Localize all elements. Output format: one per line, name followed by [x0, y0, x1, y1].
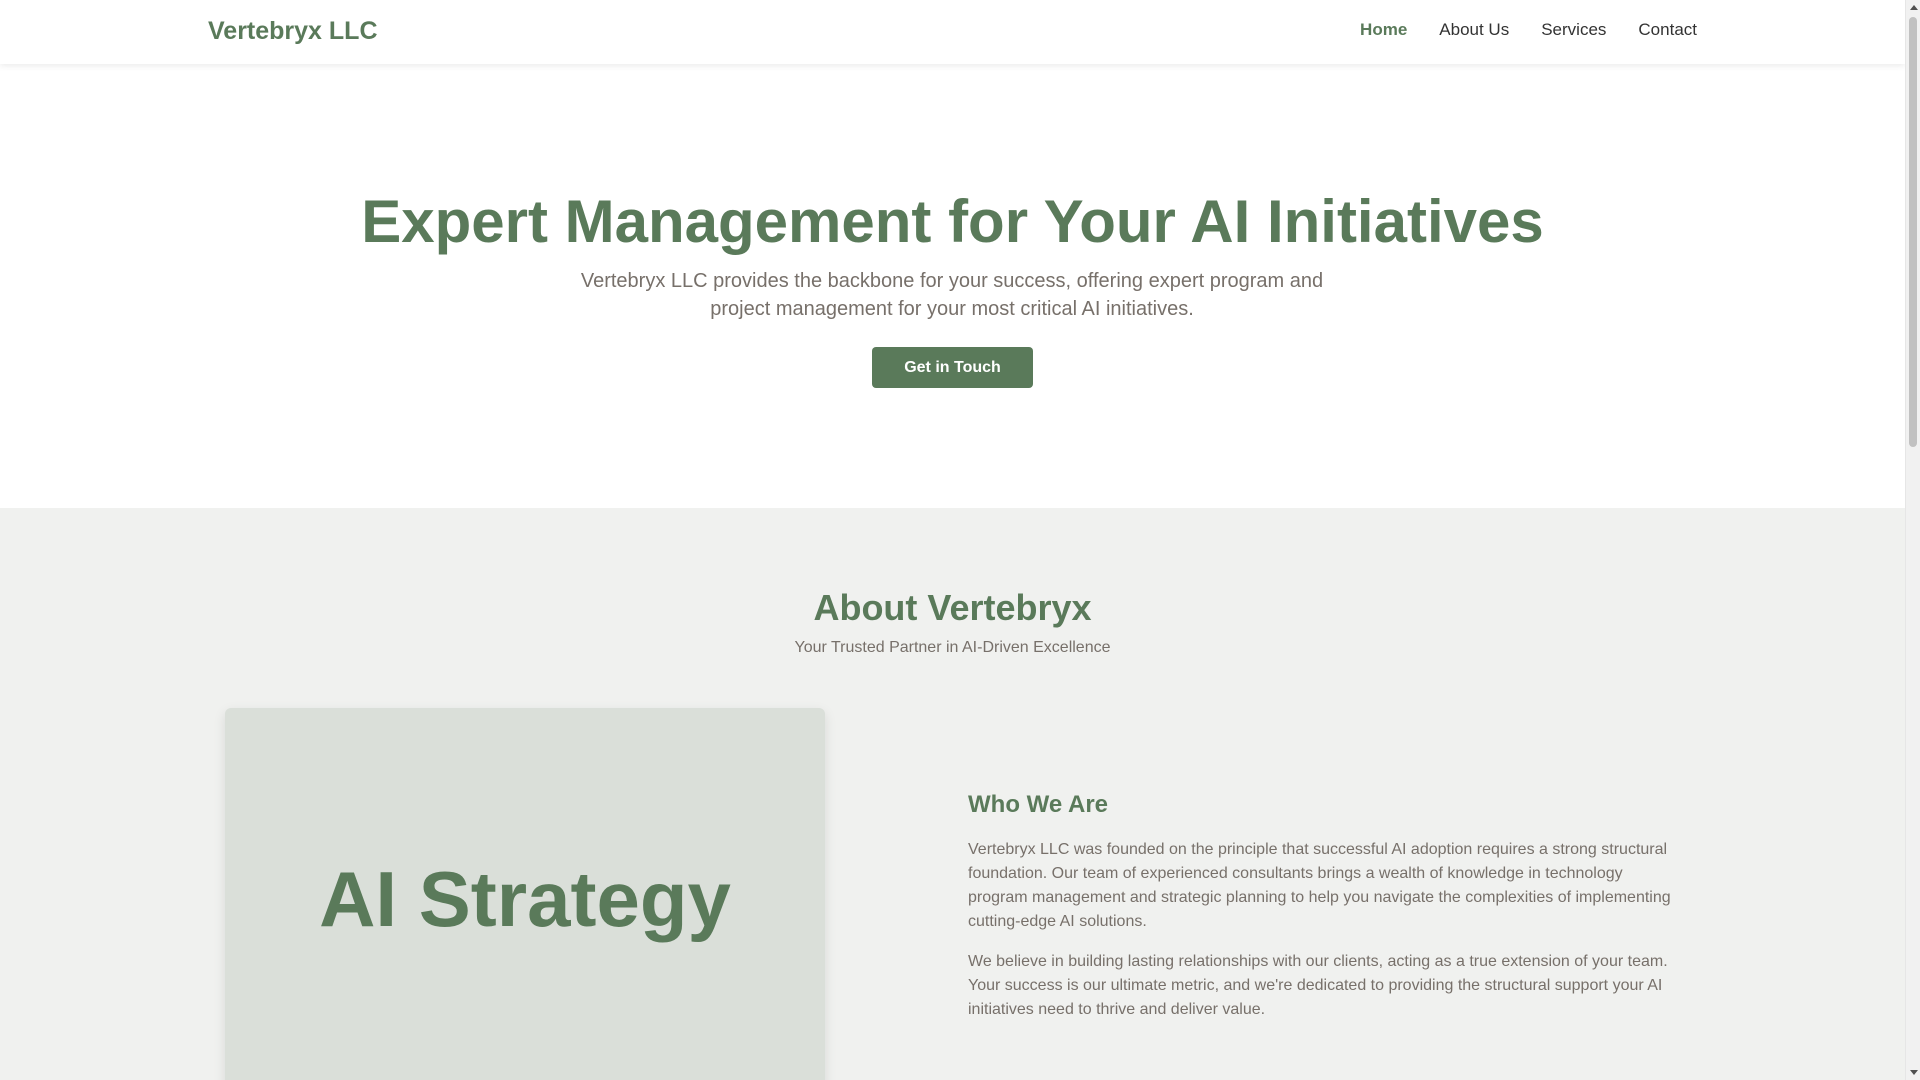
about-subtitle: Your Trusted Partner in AI-Driven Excell… [794, 639, 1111, 656]
hero-title: Expert Management for Your AI Initiative… [361, 188, 1544, 255]
main-nav: Home About Us Services Contact [1360, 20, 1697, 40]
get-in-touch-button[interactable]: Get in Touch [872, 347, 1033, 388]
site-header: Vertebryx LLC Home About Us Services Con… [0, 0, 1905, 64]
scroll-up-arrow-icon[interactable] [1906, 0, 1920, 15]
hero-description: Vertebryx LLC provides the backbone for … [580, 270, 1324, 320]
page: Vertebryx LLC Home About Us Services Con… [0, 0, 1905, 1080]
nav-about-us[interactable]: About Us [1439, 20, 1509, 40]
who-we-are-block: Who We Are Vertebryx LLC was founded on … [968, 790, 1678, 1038]
hero-section: Expert Management for Your AI Initiative… [0, 64, 1905, 508]
scroll-down-arrow-icon[interactable] [1906, 1065, 1920, 1080]
ai-strategy-image: AI Strategy [225, 708, 825, 1080]
nav-services[interactable]: Services [1541, 20, 1606, 40]
scrollbar-thumb[interactable] [1909, 17, 1917, 447]
image-card-text: AI Strategy [319, 855, 731, 943]
about-title: About Vertebryx [813, 587, 1092, 628]
about-section: About Vertebryx Your Trusted Partner in … [0, 508, 1905, 1080]
vertical-scrollbar[interactable] [1905, 0, 1920, 1080]
about-paragraph-2: We believe in building lasting relations… [968, 953, 1668, 1018]
nav-contact[interactable]: Contact [1638, 20, 1697, 40]
nav-home[interactable]: Home [1360, 20, 1407, 40]
site-logo[interactable]: Vertebryx LLC [208, 17, 378, 46]
about-paragraph-1: Vertebryx LLC was founded on the princip… [968, 841, 1671, 930]
who-we-are-title: Who We Are [968, 791, 1109, 818]
